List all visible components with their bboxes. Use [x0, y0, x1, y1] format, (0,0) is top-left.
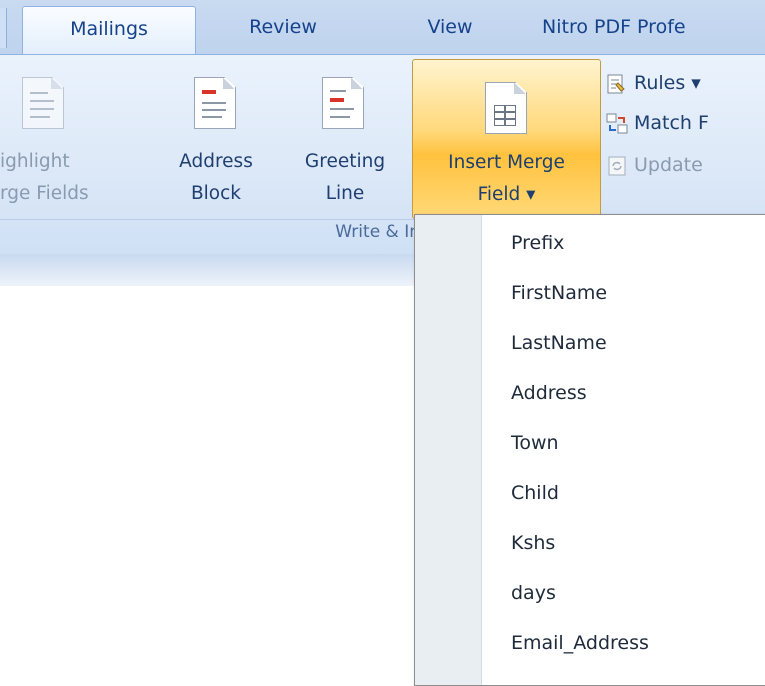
- greeting-line-label-1: Greeting: [304, 151, 386, 172]
- document-icon: [22, 77, 64, 129]
- menu-item-address[interactable]: Address: [511, 368, 587, 418]
- highlight-merge-fields-button[interactable]: ighlight rge Fields: [0, 55, 150, 215]
- tab-mailings[interactable]: Mailings: [22, 6, 196, 55]
- highlight-label-1: ighlight: [0, 151, 70, 172]
- menu-item-town[interactable]: Town: [511, 418, 559, 468]
- update-labels-label: Update: [634, 154, 703, 176]
- tab-bar-edge: [0, 8, 7, 48]
- ribbon-bottom-strip: [0, 254, 430, 286]
- tab-view[interactable]: View: [400, 8, 500, 46]
- menu-item-days[interactable]: days: [511, 568, 556, 618]
- insert-merge-field-button[interactable]: Insert Merge Field ▾: [412, 59, 601, 219]
- address-block-label-1: Address: [179, 151, 253, 172]
- insert-merge-label-1: Insert Merge: [448, 152, 565, 173]
- greeting-line-label-2: Line: [325, 183, 365, 204]
- rules-label: Rules ▾: [634, 72, 701, 94]
- menu-item-lastname[interactable]: LastName: [511, 318, 607, 368]
- merge-field-dropdown-menu: Prefix FirstName LastName Address Town C…: [414, 214, 765, 686]
- menu-item-prefix[interactable]: Prefix: [511, 218, 564, 268]
- address-block-button[interactable]: Address Block: [160, 55, 272, 215]
- menu-item-kshs[interactable]: Kshs: [511, 518, 555, 568]
- menu-icon-gutter: [415, 215, 482, 685]
- address-block-label-2: Block: [190, 183, 242, 204]
- merge-field-icon: [485, 82, 527, 134]
- rules-button[interactable]: Rules ▾: [606, 65, 701, 101]
- greeting-line-icon: [322, 77, 364, 129]
- match-fields-button[interactable]: Match F: [606, 105, 709, 141]
- tab-review[interactable]: Review: [212, 8, 354, 46]
- ribbon-tab-bar: Mailings Review View Nitro PDF Profe: [0, 0, 765, 55]
- highlight-label-2: rge Fields: [0, 183, 89, 204]
- update-labels-button[interactable]: Update: [606, 147, 703, 183]
- insert-merge-label-2: Field ▾: [477, 184, 536, 205]
- tab-nitro-pdf[interactable]: Nitro PDF Profe: [542, 8, 765, 46]
- menu-item-email-address[interactable]: Email_Address: [511, 618, 649, 668]
- match-fields-label: Match F: [634, 112, 709, 134]
- rules-icon: [606, 71, 628, 93]
- greeting-line-button[interactable]: Greeting Line: [282, 55, 408, 215]
- update-icon: [606, 153, 628, 175]
- address-block-icon: [194, 77, 236, 129]
- group-label-write-insert: Write & In: [335, 222, 420, 242]
- match-fields-icon: [606, 111, 628, 133]
- menu-item-firstname[interactable]: FirstName: [511, 268, 607, 318]
- menu-item-child[interactable]: Child: [511, 468, 559, 518]
